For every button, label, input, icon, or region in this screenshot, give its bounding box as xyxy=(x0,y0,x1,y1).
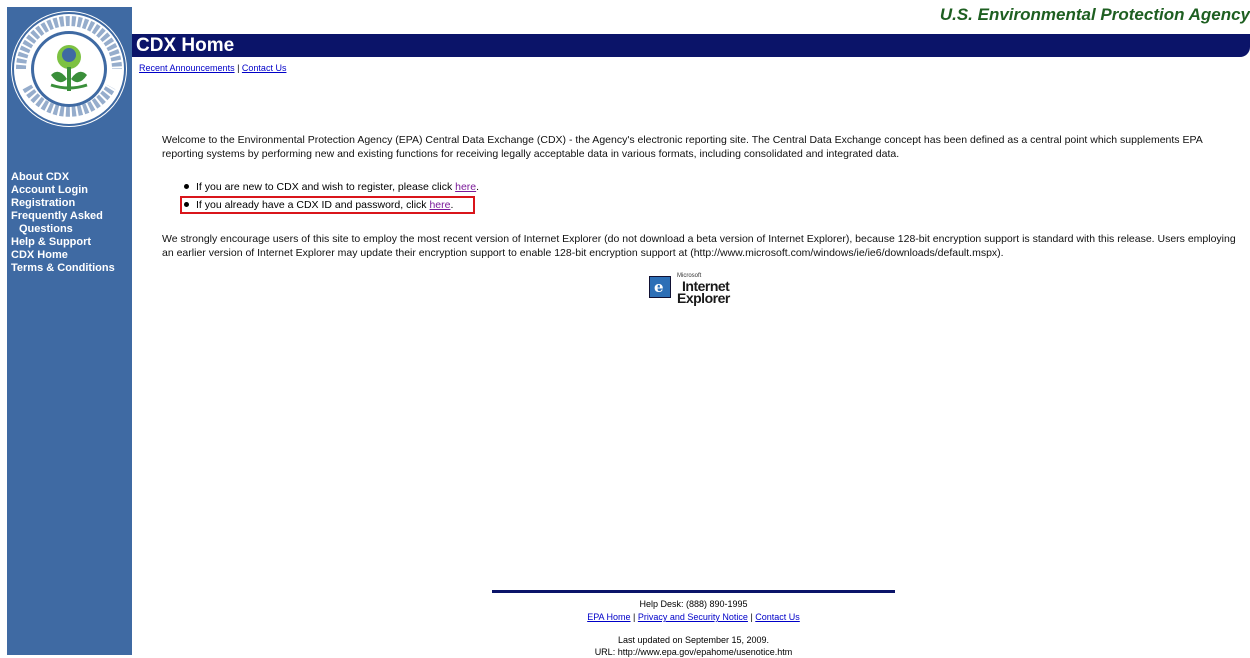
footer-divider xyxy=(492,590,895,593)
recent-announcements-link[interactable]: Recent Announcements xyxy=(139,63,235,73)
register-period: . xyxy=(476,181,480,193)
bullet-dot-icon xyxy=(184,183,189,189)
agency-name: U.S. Environmental Protection Agency xyxy=(939,5,1250,24)
epa-home-link[interactable]: EPA Home xyxy=(587,612,630,622)
internet-explorer-icon: e xyxy=(649,276,671,298)
sidebar-item-registration[interactable]: Registration xyxy=(11,197,115,210)
epa-seal-logo[interactable] xyxy=(7,7,132,132)
last-updated: Last updated on September 15, 2009. xyxy=(617,635,770,645)
sidebar-nav: About CDX Account Login Registration Fre… xyxy=(11,171,115,275)
browser-notice-paragraph: We strongly encourage users of this site… xyxy=(162,233,1236,259)
page-title: CDX Home xyxy=(136,35,235,56)
login-highlight-box xyxy=(180,196,475,214)
footer-contact-link[interactable]: Contact Us xyxy=(755,612,800,622)
privacy-notice-link[interactable]: Privacy and Security Notice xyxy=(638,612,748,622)
register-text: If you are new to CDX and wish to regist… xyxy=(196,181,456,193)
left-sidebar: About CDX Account Login Registration Fre… xyxy=(7,7,132,655)
help-desk-phone: Help Desk: (888) 890-1995 xyxy=(639,599,748,609)
sidebar-item-about-cdx[interactable]: About CDX xyxy=(11,171,115,184)
footer-links: EPA Home | Privacy and Security Notice |… xyxy=(492,612,895,623)
contact-us-link[interactable]: Contact Us xyxy=(242,63,287,73)
sidebar-item-terms-conditions[interactable]: Terms & Conditions xyxy=(11,262,115,275)
sidebar-item-cdx-home[interactable]: CDX Home xyxy=(11,249,115,262)
sidebar-item-faq-questions[interactable]: Questions xyxy=(11,223,115,236)
internet-explorer-logo[interactable]: e Microsoft Internet Explorer xyxy=(649,272,739,306)
footer-separator: | xyxy=(630,612,638,622)
top-links-separator: | xyxy=(234,63,242,73)
top-links: Recent Announcements | Contact Us xyxy=(139,63,286,73)
sidebar-item-faq[interactable]: Frequently Asked xyxy=(11,210,115,223)
register-here-link[interactable]: here xyxy=(455,181,476,193)
ie-glyph: e xyxy=(654,278,664,296)
page-url: URL: http://www.epa.gov/epahome/usenotic… xyxy=(594,647,793,657)
title-bar: CDX Home xyxy=(132,34,1250,57)
ie-explorer-label: Explorer xyxy=(677,290,730,306)
sidebar-item-help-support[interactable]: Help & Support xyxy=(11,236,115,249)
welcome-paragraph: Welcome to the Environmental Protection … xyxy=(162,134,1203,160)
register-bullet: If you are new to CDX and wish to regist… xyxy=(184,180,479,194)
sidebar-item-account-login[interactable]: Account Login xyxy=(11,184,115,197)
